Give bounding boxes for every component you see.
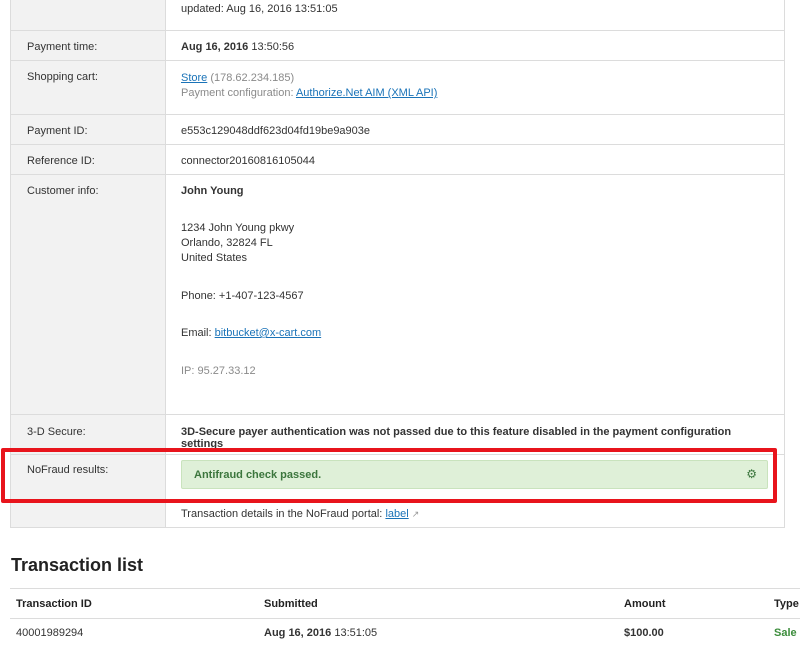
address-line-1: 1234 John Young pkwy — [181, 222, 295, 234]
address-line-2: Orlando, 32824 FL — [181, 237, 273, 249]
payment-id-row: Payment ID: e553c129048ddf623d04fd19be9a… — [11, 114, 784, 145]
shopping-cart-label: Shopping cart: — [27, 71, 98, 83]
updated-row: updated: Aug 16, 2016 13:51:05 — [11, 0, 784, 30]
customer-info-row: Customer info: John Young 1234 John Youn… — [11, 174, 784, 415]
payment-time-date: Aug 16, 2016 — [181, 41, 249, 53]
nofraud-portal-link[interactable]: label — [385, 508, 408, 520]
payment-config-prefix: Payment configuration: — [181, 87, 294, 99]
reference-id-label: Reference ID: — [27, 155, 95, 167]
customer-address: 1234 John Young pkwy Orlando, 32824 FL U… — [181, 221, 294, 266]
payment-time-label: Payment time: — [27, 41, 98, 53]
transaction-type: Sale — [774, 627, 797, 639]
column-transaction-id: Transaction ID — [16, 598, 92, 610]
highlight-frame — [1, 448, 777, 503]
external-link-icon: ↗ — [411, 509, 420, 519]
three-d-secure-label: 3-D Secure: — [27, 426, 86, 438]
address-line-3: United States — [181, 252, 248, 264]
customer-phone: Phone: +1-407-123-4567 — [181, 290, 304, 302]
nofraud-portal-prefix: Transaction details in the NoFraud porta… — [181, 508, 383, 520]
three-d-secure-message: 3D-Secure payer authentication was not p… — [181, 426, 732, 450]
transaction-time: 13:51:05 — [334, 627, 378, 639]
payment-id-value: e553c129048ddf623d04fd19be9a903e — [181, 125, 371, 137]
payment-time-time: 13:50:56 — [251, 41, 295, 53]
customer-email: Email: bitbucket@x-cart.com — [181, 327, 321, 339]
customer-ip: IP: 95.27.33.12 — [181, 365, 256, 377]
column-type: Type — [774, 598, 799, 610]
nofraud-portal-line: Transaction details in the NoFraud porta… — [181, 508, 419, 520]
updated-text: updated: Aug 16, 2016 13:51:05 — [181, 3, 338, 15]
shopping-cart-value: Store (178.62.234.185) Payment configura… — [181, 71, 774, 101]
transaction-submitted: Aug 16, 2016 13:51:05 — [264, 627, 377, 639]
store-link[interactable]: Store — [181, 72, 207, 84]
table-row[interactable]: 40001989294 Aug 16, 2016 13:51:05 $100.0… — [10, 618, 800, 647]
column-submitted: Submitted — [264, 598, 318, 610]
reference-id-value: connector20160816105044 — [181, 155, 315, 167]
shopping-cart-row: Shopping cart: Store (178.62.234.185) Pa… — [11, 60, 784, 115]
customer-name: John Young — [181, 185, 244, 197]
transaction-id: 40001989294 — [16, 627, 84, 639]
payment-id-label: Payment ID: — [27, 125, 88, 137]
transaction-date: Aug 16, 2016 — [264, 627, 332, 639]
customer-info-label: Customer info: — [27, 185, 99, 197]
reference-id-row: Reference ID: connector20160816105044 — [11, 144, 784, 175]
transaction-amount: $100.00 — [624, 627, 664, 639]
payment-time-row: Payment time: Aug 16, 2016 13:50:56 — [11, 30, 784, 61]
payment-time-value: Aug 16, 2016 13:50:56 — [181, 41, 774, 53]
transaction-table-header: Transaction ID Submitted Amount Type — [10, 588, 800, 619]
transaction-list-title: Transaction list — [11, 555, 144, 575]
payment-config-link[interactable]: Authorize.Net AIM (XML API) — [296, 87, 437, 99]
email-prefix: Email: — [181, 327, 212, 339]
column-amount: Amount — [624, 598, 666, 610]
email-link[interactable]: bitbucket@x-cart.com — [215, 327, 322, 339]
store-ip: (178.62.234.185) — [210, 72, 295, 84]
